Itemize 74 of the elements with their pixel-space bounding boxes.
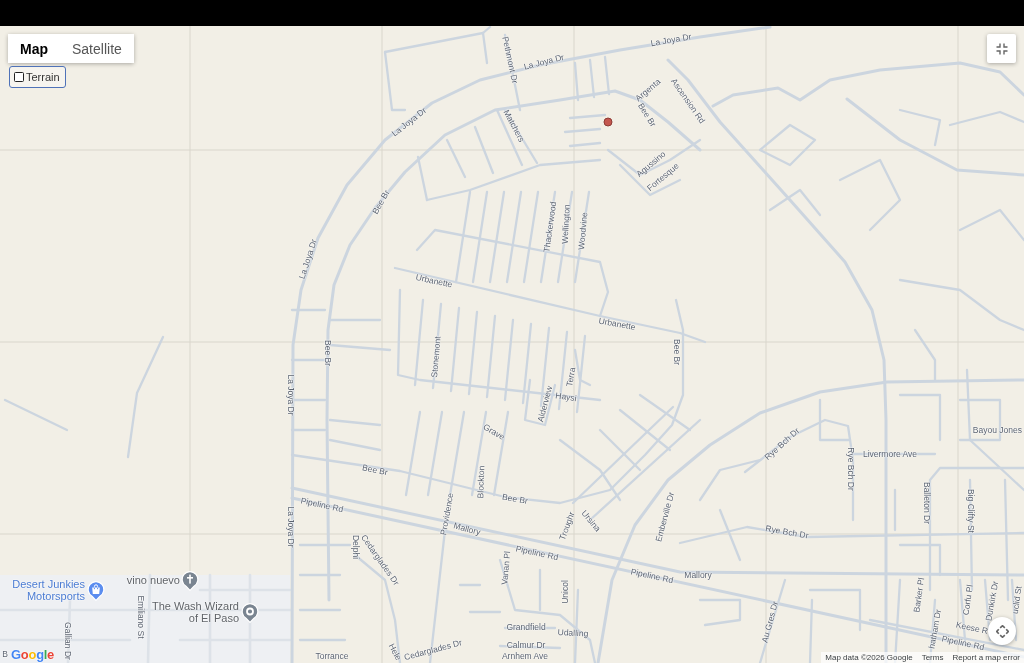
street-label: Mallory bbox=[684, 570, 712, 580]
street-label: La Joya Dr bbox=[286, 506, 296, 548]
street-label: Pipeline Rd bbox=[299, 496, 345, 514]
street-label: Alderview bbox=[536, 385, 554, 423]
place-label[interactable]: Desert Junkies Motorsports bbox=[9, 577, 85, 603]
street-label: Barker Pl bbox=[912, 577, 926, 613]
map-type-tab[interactable]: Map bbox=[8, 34, 60, 63]
street-label: Rye Bch Dr bbox=[846, 447, 856, 491]
street-label: Terra bbox=[565, 366, 577, 388]
street-label: Grandfield bbox=[506, 622, 546, 632]
street-label: Bee Br bbox=[323, 340, 333, 366]
street-label: Wellington bbox=[560, 204, 572, 244]
street-label: La Joya Dr bbox=[297, 238, 319, 280]
street-label: Haysi bbox=[554, 391, 578, 403]
street-label: Pipeline Rd bbox=[629, 567, 675, 585]
street-label: Bee Br bbox=[636, 101, 658, 129]
street-label: Rye Bch Dr bbox=[764, 524, 810, 540]
place-label[interactable]: vino nuevo bbox=[126, 573, 180, 587]
street-label: Udalling bbox=[557, 627, 589, 639]
cross-pin-icon[interactable] bbox=[181, 571, 199, 591]
street-label: Calmur Dr bbox=[506, 640, 546, 650]
street-label: hatham Dr bbox=[927, 608, 943, 650]
street-label: Bee Br bbox=[672, 339, 682, 365]
checkbox[interactable] bbox=[14, 72, 24, 82]
street-label: Gallian Dr bbox=[63, 622, 73, 660]
street-label: Delphi bbox=[351, 534, 361, 560]
street-label: Au Gres Dr bbox=[760, 600, 780, 644]
street-label: Bee Br bbox=[501, 492, 529, 506]
street-label: Woodvine bbox=[577, 211, 589, 251]
street-label: Unicol bbox=[560, 580, 570, 604]
street-label: La Joya Dr bbox=[286, 374, 296, 416]
street-label: Bee Br bbox=[370, 188, 392, 216]
location-dot-icon bbox=[603, 117, 613, 127]
street-label: Pipeline Rd bbox=[940, 634, 986, 652]
google-logo: Google bbox=[11, 648, 55, 661]
street-label: B bbox=[2, 649, 8, 659]
street-label: Bayou Jones bbox=[972, 425, 1022, 435]
map-type-tab[interactable]: Satellite bbox=[60, 34, 134, 63]
dot-pin-icon[interactable] bbox=[241, 603, 259, 623]
terms-link[interactable]: Terms bbox=[921, 653, 944, 662]
street-label: Stonemont bbox=[429, 336, 443, 378]
street-label: Rye Bch Dr bbox=[763, 426, 801, 462]
map-data-text: Map data ©2026 Google bbox=[825, 653, 913, 662]
street-label: Thackerwood bbox=[542, 201, 558, 253]
bag-pin-icon[interactable] bbox=[87, 581, 105, 601]
street-label: Providence bbox=[439, 492, 455, 536]
report-error-link[interactable]: Report a map error bbox=[952, 653, 1020, 662]
street-label: Blockton bbox=[476, 465, 486, 499]
place-label[interactable]: The Wash Wizard of El Paso bbox=[149, 599, 239, 625]
street-label: La Joya Dr bbox=[650, 32, 692, 48]
street-label: Urbanette bbox=[414, 272, 454, 290]
fullscreen-button[interactable] bbox=[987, 34, 1016, 63]
move-arrows-icon bbox=[995, 624, 1009, 638]
street-label: Urbanette bbox=[597, 316, 637, 332]
street-label: Pipeline Rd bbox=[514, 544, 560, 562]
street-label: Big Clifty St bbox=[966, 489, 976, 533]
street-label: Emiliano St bbox=[136, 595, 146, 639]
corner-brackets-icon bbox=[995, 42, 1008, 55]
street-label: Balleton Dr bbox=[922, 481, 932, 525]
street-label: La Joya Dr bbox=[523, 52, 565, 72]
street-label: Livermore Ave bbox=[862, 449, 918, 459]
street-label: Vanan Pl bbox=[500, 550, 512, 586]
street-label: Torrance bbox=[315, 651, 349, 661]
street-label: Bee Br bbox=[361, 463, 389, 477]
street-label: Mallory bbox=[452, 521, 482, 537]
street-label: uclid St bbox=[1010, 585, 1024, 615]
street-label: Dunkirk Dr bbox=[984, 580, 1000, 622]
street-label: La Joya Dr bbox=[390, 106, 428, 138]
terrain-toggle[interactable]: Terrain bbox=[9, 66, 66, 88]
street-label: Keese R bbox=[955, 620, 989, 636]
street-label: Hele bbox=[387, 642, 403, 662]
street-label: Arnhem Ave bbox=[501, 651, 549, 661]
street-label: Corfu Pl bbox=[961, 584, 975, 616]
street-label: Pethmont Dr bbox=[500, 35, 520, 85]
